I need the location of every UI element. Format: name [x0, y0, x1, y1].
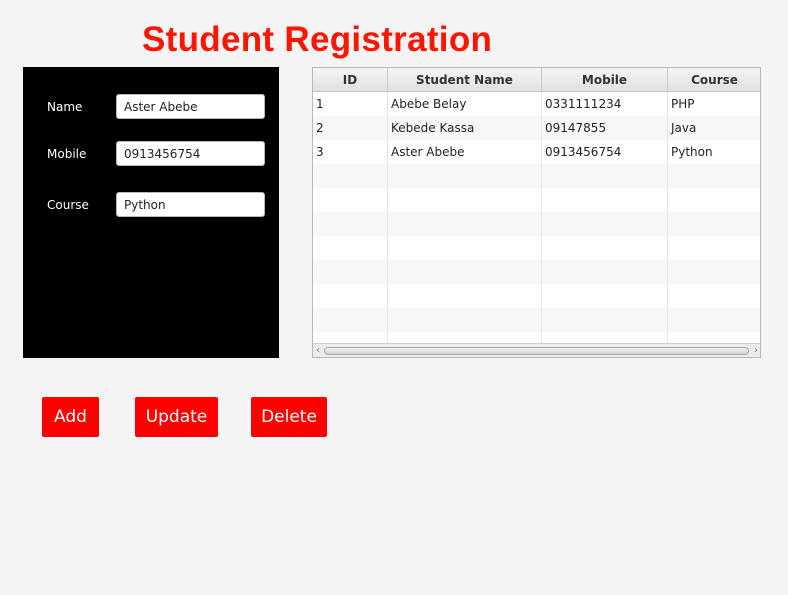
- name-field[interactable]: [116, 94, 265, 119]
- cell-course: Python: [668, 140, 760, 164]
- cell-id: 2: [313, 116, 388, 140]
- course-field[interactable]: [116, 192, 265, 217]
- column-header-course[interactable]: Course: [668, 68, 760, 92]
- table-body: 1 Abebe Belay 0331111234 PHP 2 Kebede Ka…: [313, 92, 760, 356]
- empty-row: [313, 164, 760, 188]
- empty-row: [313, 308, 760, 332]
- scrollbar-thumb[interactable]: [324, 347, 749, 355]
- delete-button[interactable]: Delete: [251, 397, 327, 437]
- cell-course: Java: [668, 116, 760, 140]
- page-title: Student Registration: [142, 20, 493, 59]
- table-row[interactable]: 2 Kebede Kassa 09147855 Java: [313, 116, 760, 140]
- mobile-field[interactable]: [116, 141, 265, 166]
- cell-student-name: Abebe Belay: [388, 92, 542, 116]
- registration-form: Name Mobile Course: [23, 67, 279, 358]
- empty-row: [313, 260, 760, 284]
- cell-id: 3: [313, 140, 388, 164]
- cell-id: 1: [313, 92, 388, 116]
- students-table[interactable]: ID Student Name Mobile Course 1 Abebe Be…: [312, 67, 761, 358]
- update-button[interactable]: Update: [135, 397, 218, 437]
- cell-mobile: 0913456754: [542, 140, 668, 164]
- app-window: Student Registration Name Mobile Course …: [0, 0, 788, 595]
- empty-row: [313, 212, 760, 236]
- mobile-label: Mobile: [47, 147, 87, 161]
- cell-mobile: 0331111234: [542, 92, 668, 116]
- table-header: ID Student Name Mobile Course: [313, 68, 760, 92]
- column-header-mobile[interactable]: Mobile: [542, 68, 668, 92]
- chevron-left-icon[interactable]: ‹: [313, 344, 323, 357]
- empty-row: [313, 188, 760, 212]
- column-header-id[interactable]: ID: [313, 68, 388, 92]
- column-header-student-name[interactable]: Student Name: [388, 68, 542, 92]
- name-label: Name: [47, 100, 83, 114]
- cell-mobile: 09147855: [542, 116, 668, 140]
- chevron-right-icon[interactable]: ›: [751, 344, 760, 357]
- table-row[interactable]: 3 Aster Abebe 0913456754 Python: [313, 140, 760, 164]
- course-label: Course: [47, 198, 89, 212]
- table-row[interactable]: 1 Abebe Belay 0331111234 PHP: [313, 92, 760, 116]
- cell-student-name: Kebede Kassa: [388, 116, 542, 140]
- empty-row: [313, 236, 760, 260]
- horizontal-scrollbar[interactable]: ‹ ›: [313, 343, 760, 357]
- empty-row: [313, 284, 760, 308]
- add-button[interactable]: Add: [42, 397, 99, 437]
- cell-course: PHP: [668, 92, 760, 116]
- cell-student-name: Aster Abebe: [388, 140, 542, 164]
